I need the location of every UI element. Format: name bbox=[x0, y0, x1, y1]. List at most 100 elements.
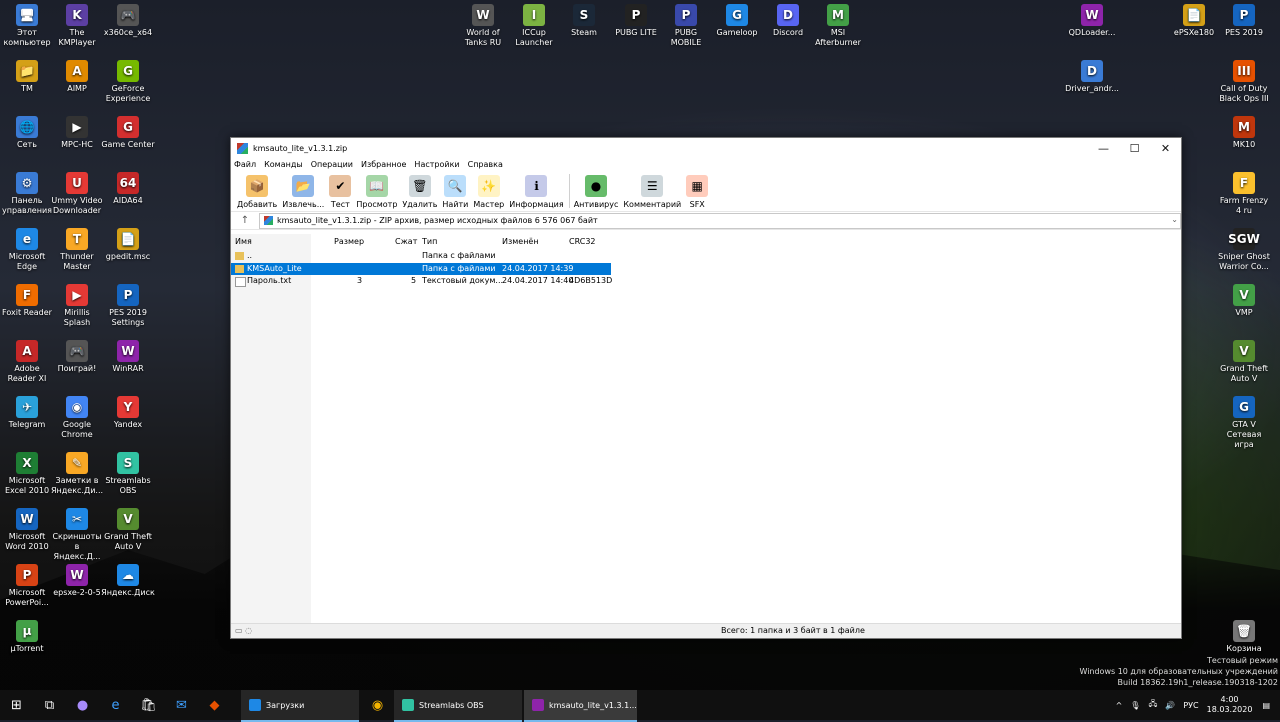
desktop-icon-gameloop[interactable]: G Gameloop bbox=[710, 4, 764, 38]
toolbar-button-10[interactable]: ▦ SFX bbox=[686, 175, 709, 211]
column-type[interactable]: Тип bbox=[422, 237, 437, 246]
desktop-icon-microsoft-excel-2010[interactable]: X Microsoft Excel 2010 bbox=[0, 452, 54, 496]
taskbar-window-0[interactable]: Загрузки bbox=[241, 690, 359, 722]
desktop-icon-geforce-experience[interactable]: G GeForce Experience bbox=[101, 60, 155, 104]
volume-icon[interactable]: 🔊 bbox=[1165, 701, 1175, 710]
desktop-icon-sniper-ghost-warrior-co[interactable]: SGW Sniper Ghost Warrior Co... bbox=[1217, 228, 1271, 272]
desktop-icon-call-of-duty-black-ops-iii[interactable]: III Call of Duty Black Ops III bbox=[1217, 60, 1271, 104]
network-icon[interactable]: 🖧 bbox=[1148, 698, 1157, 712]
desktop-icon-iccup-launcher[interactable]: I ICCup Launcher bbox=[507, 4, 561, 48]
microphone-icon[interactable]: 🎙 bbox=[1130, 701, 1140, 710]
title-bar[interactable]: kmsauto_lite_v1.3.1.zip — ☐ ✕ bbox=[231, 138, 1181, 158]
desktop-icon-microsoft-powerpoi[interactable]: P Microsoft PowerPoi... bbox=[0, 564, 54, 608]
column-size[interactable]: Размер bbox=[334, 237, 364, 246]
desktop-icon-gpedit-msc[interactable]: 📄 gpedit.msc bbox=[101, 228, 155, 262]
windows-start-icon[interactable]: ⊞ bbox=[0, 690, 33, 720]
desktop-icon-grand-theft-auto-v[interactable]: V Grand Theft Auto V bbox=[101, 508, 155, 552]
desktop-icon-скриншоты-в-яндекс-д[interactable]: ✂ Скриншоты в Яндекс.Д... bbox=[50, 508, 104, 562]
maximize-button[interactable]: ☐ bbox=[1119, 138, 1150, 158]
desktop-icon-pes-2019[interactable]: P PES 2019 bbox=[1217, 4, 1271, 38]
chevron-down-icon[interactable]: ⌄ bbox=[1171, 215, 1178, 224]
desktop-icon-mirillis-splash[interactable]: ▶ Mirillis Splash bbox=[50, 284, 104, 328]
desktop-icon-поиграй[interactable]: 🎮 Поиграй! bbox=[50, 340, 104, 374]
toolbar-button-9[interactable]: ☰ Комментарий bbox=[623, 175, 681, 211]
desktop-icon-pubg-mobile[interactable]: P PUBG MOBILE bbox=[659, 4, 713, 48]
taskbar-window-1[interactable]: Streamlabs OBS bbox=[394, 690, 522, 722]
desktop-icon-thunder-master[interactable]: T Thunder Master bbox=[50, 228, 104, 272]
desktop-icon-корзина[interactable]: 🗑 Корзина bbox=[1217, 620, 1271, 654]
menu-item-0[interactable]: Файл bbox=[234, 160, 256, 169]
desktop-icon-discord[interactable]: D Discord bbox=[761, 4, 815, 38]
desktop-icon-steam[interactable]: S Steam bbox=[557, 4, 611, 38]
desktop-icon-яндекс-диск[interactable]: ☁ Яндекс.Диск bbox=[101, 564, 155, 598]
taskbar-window-2[interactable]: kmsauto_lite_v1.3.1... bbox=[524, 690, 637, 722]
column-modified[interactable]: Изменён bbox=[502, 237, 539, 246]
game-icon[interactable]: ◆ bbox=[198, 690, 231, 720]
menu-item-2[interactable]: Операции bbox=[311, 160, 353, 169]
column-packed[interactable]: Сжат bbox=[395, 237, 417, 246]
menu-item-3[interactable]: Избранное bbox=[361, 160, 406, 169]
toolbar-button-7[interactable]: ℹ Информация bbox=[509, 175, 564, 211]
desktop-icon-yandex[interactable]: Y Yandex bbox=[101, 396, 155, 430]
store-icon[interactable]: 🛍 bbox=[132, 690, 165, 720]
desktop-icon-qdloader[interactable]: W QDLoader... bbox=[1065, 4, 1119, 38]
desktop-icon-microsoft-word-2010[interactable]: W Microsoft Word 2010 bbox=[0, 508, 54, 552]
desktop-icon-aimp[interactable]: A AIMP bbox=[50, 60, 104, 94]
desktop-icon-driver-andr[interactable]: D Driver_andr... bbox=[1065, 60, 1119, 94]
desktop-icon-epsxe180[interactable]: 📄 ePSXe180 bbox=[1167, 4, 1221, 38]
table-row[interactable]: KMSAuto_Lite Папка с файлами 24.04.2017 14… bbox=[231, 262, 611, 275]
desktop-icon-foxit-reader[interactable]: F Foxit Reader bbox=[0, 284, 54, 318]
desktop-icon-vmp[interactable]: V VMP bbox=[1217, 284, 1271, 318]
desktop-icon-заметки-в-яндекс-ди[interactable]: ✎ Заметки в Яндекс.Ди... bbox=[50, 452, 104, 496]
desktop-icon-game-center[interactable]: G Game Center bbox=[101, 116, 155, 150]
desktop-icon-msi-afterburner[interactable]: M MSI Afterburner bbox=[811, 4, 865, 48]
desktop-icon-streamlabs-obs[interactable]: S Streamlabs OBS bbox=[101, 452, 155, 496]
column-crc[interactable]: CRC32 bbox=[569, 237, 596, 246]
desktop-icon-google-chrome[interactable]: ◉ Google Chrome bbox=[50, 396, 104, 440]
menu-item-1[interactable]: Команды bbox=[264, 160, 303, 169]
toolbar-button-6[interactable]: ✨ Мастер bbox=[473, 175, 504, 211]
desktop-icon-epsxe-2-0-5[interactable]: Wepsxe-2-0-5 bbox=[50, 564, 104, 598]
chrome-icon[interactable]: ◉ bbox=[361, 690, 394, 720]
desktop-icon-pubg-lite[interactable]: P PUBG LITE bbox=[609, 4, 663, 38]
desktop-icon-панель-управления[interactable]: ⚙ Панель управления bbox=[0, 172, 54, 216]
desktop-icon-torrent[interactable]: µ µTorrent bbox=[0, 620, 54, 654]
desktop-icon-grand-theft-auto-v[interactable]: V Grand Theft Auto V bbox=[1217, 340, 1271, 384]
cortana-icon[interactable]: ● bbox=[66, 690, 99, 720]
table-row[interactable]: Пароль.txt 3 5 Текстовый докум... 24.04.2017… bbox=[231, 275, 612, 287]
language-indicator[interactable]: РУС bbox=[1183, 701, 1198, 710]
desktop-icon-mk10[interactable]: M MK10 bbox=[1217, 116, 1271, 150]
notification-icon[interactable]: ▤ bbox=[1262, 701, 1270, 710]
menu-item-4[interactable]: Настройки bbox=[414, 160, 459, 169]
close-button[interactable]: ✕ bbox=[1150, 138, 1181, 158]
toolbar-button-0[interactable]: 📦 Добавить bbox=[237, 175, 277, 211]
table-row[interactable]: .. Папка с файлами bbox=[231, 250, 611, 262]
desktop-icon-the-kmplayer[interactable]: K The KMPlayer bbox=[50, 4, 104, 48]
desktop-icon-этот-компьютер[interactable]: 🖥 Этот компьютер bbox=[0, 4, 54, 48]
chevron-up-icon[interactable]: ^ bbox=[1116, 701, 1123, 710]
desktop-icon-mpc-hc[interactable]: ▶ MPC-HC bbox=[50, 116, 104, 150]
desktop-icon-pes-2019-settings[interactable]: P PES 2019 Settings bbox=[101, 284, 155, 328]
desktop-icon-aida64[interactable]: 64 AIDA64 bbox=[101, 172, 155, 206]
clock[interactable]: 4:00 18.03.2020 bbox=[1207, 695, 1253, 715]
minimize-button[interactable]: — bbox=[1088, 138, 1119, 158]
menu-item-5[interactable]: Справка bbox=[468, 160, 503, 169]
edge-icon[interactable]: e bbox=[99, 690, 132, 720]
toolbar-button-2[interactable]: ✔ Тест bbox=[329, 175, 352, 211]
desktop-icon-microsoft-edge[interactable]: e Microsoft Edge bbox=[0, 228, 54, 272]
drive-icon[interactable]: ▭ ◌ bbox=[235, 626, 252, 635]
desktop-icon-telegram[interactable]: ✈ Telegram bbox=[0, 396, 54, 430]
toolbar-button-8[interactable]: ● Антивирус bbox=[574, 175, 618, 211]
path-field[interactable]: kmsauto_lite_v1.3.1.zip - ZIP архив, раз… bbox=[259, 212, 1181, 229]
desktop-icon-winrar[interactable]: W WinRAR bbox=[101, 340, 155, 374]
desktop-icon-gta-v-сетевая-игра[interactable]: G GTA V Сетевая игра bbox=[1217, 396, 1271, 450]
desktop-icon-adobe-reader-xi[interactable]: A Adobe Reader XI bbox=[0, 340, 54, 384]
desktop-icon-world-of-tanks-ru[interactable]: W World of Tanks RU bbox=[456, 4, 510, 48]
toolbar-button-4[interactable]: 🗑 Удалить bbox=[402, 175, 437, 211]
toolbar-button-1[interactable]: 📂 Извлечь... bbox=[282, 175, 324, 211]
toolbar-button-3[interactable]: 📖 Просмотр bbox=[356, 175, 397, 211]
desktop-icon-x360ce-x64[interactable]: 🎮 x360ce_x64 bbox=[101, 4, 155, 38]
toolbar-button-5[interactable]: 🔍 Найти bbox=[442, 175, 468, 211]
column-name[interactable]: Имя bbox=[235, 237, 252, 246]
desktop-icon-farm-frenzy-4-ru[interactable]: F Farm Frenzy 4 ru bbox=[1217, 172, 1271, 216]
